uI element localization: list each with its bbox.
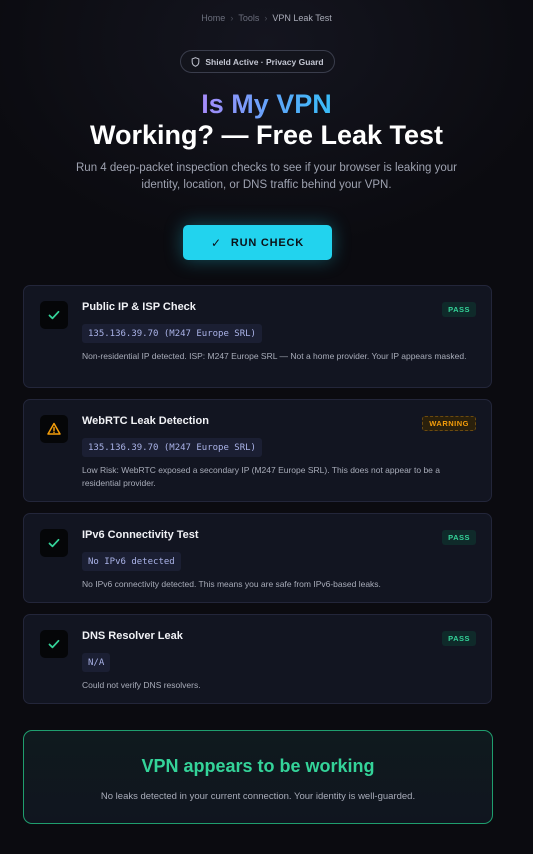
breadcrumb-tools[interactable]: Tools <box>238 13 259 23</box>
check-icon <box>48 310 60 320</box>
check-icon <box>48 639 60 649</box>
check-status-icon-box <box>40 630 68 658</box>
warning-icon <box>47 422 61 435</box>
check-icon <box>48 538 60 548</box>
check-value: No IPv6 detected <box>82 552 181 571</box>
summary-title: VPN appears to be working <box>141 756 375 776</box>
check-value: 135.136.39.70 (M247 Europe SRL) <box>82 324 262 343</box>
check-value: N/A <box>82 653 111 672</box>
check-description: Non-residential IP detected. ISP: M247 E… <box>82 351 467 361</box>
status-badge: PASS <box>442 631 476 646</box>
check-card-ipv6: IPv6 Connectivity Test PASS No IPv6 dete… <box>23 513 492 603</box>
status-badge: WARNING <box>422 416 476 431</box>
shield-icon <box>192 56 200 67</box>
run-check-button[interactable]: ✓ RUN CHECK <box>183 225 332 260</box>
page-title-line2: Working? — Free Leak Test <box>89 120 444 150</box>
breadcrumb-current: VPN Leak Test <box>272 13 332 23</box>
check-title: Public IP & ISP Check <box>82 301 196 313</box>
check-description: Could not verify DNS resolvers. <box>82 680 201 690</box>
check-status-icon-box <box>40 529 68 557</box>
breadcrumb-separator: › <box>264 13 268 23</box>
page-title-line1: Is My VPN <box>201 89 332 119</box>
status-badge: PASS <box>442 530 476 545</box>
check-icon: ✓ <box>210 235 222 250</box>
check-title: WebRTC Leak Detection <box>82 415 209 427</box>
run-check-label: RUN CHECK <box>230 236 305 249</box>
check-status-icon-box <box>40 415 68 443</box>
check-description: No IPv6 connectivity detected. This mean… <box>82 579 381 589</box>
breadcrumb: Home › Tools › VPN Leak Test <box>0 13 533 23</box>
status-badge: PASS <box>442 302 476 317</box>
summary-description: No leaks detected in your current connec… <box>100 791 416 802</box>
check-status-icon-box <box>40 301 68 329</box>
shield-status-badge: Shield Active · Privacy Guard <box>180 50 335 73</box>
check-value: 135.136.39.70 (M247 Europe SRL) <box>82 438 262 457</box>
check-title: IPv6 Connectivity Test <box>82 529 199 541</box>
breadcrumb-home[interactable]: Home <box>201 13 225 23</box>
check-description: Low Risk: WebRTC exposed a secondary IP … <box>82 465 440 488</box>
breadcrumb-separator: › <box>230 13 234 23</box>
summary-panel: VPN appears to be working No leaks detec… <box>23 730 493 824</box>
check-title: DNS Resolver Leak <box>82 630 183 642</box>
badge-label: Shield Active · Privacy Guard <box>205 56 324 67</box>
check-card-public-ip: Public IP & ISP Check PASS 135.136.39.70… <box>23 285 492 388</box>
check-card-dns: DNS Resolver Leak PASS N/A Could not ver… <box>23 614 492 704</box>
page-subtitle: Run 4 deep-packet inspection checks to s… <box>76 162 457 191</box>
check-card-webrtc: WebRTC Leak Detection WARNING 135.136.39… <box>23 399 492 502</box>
